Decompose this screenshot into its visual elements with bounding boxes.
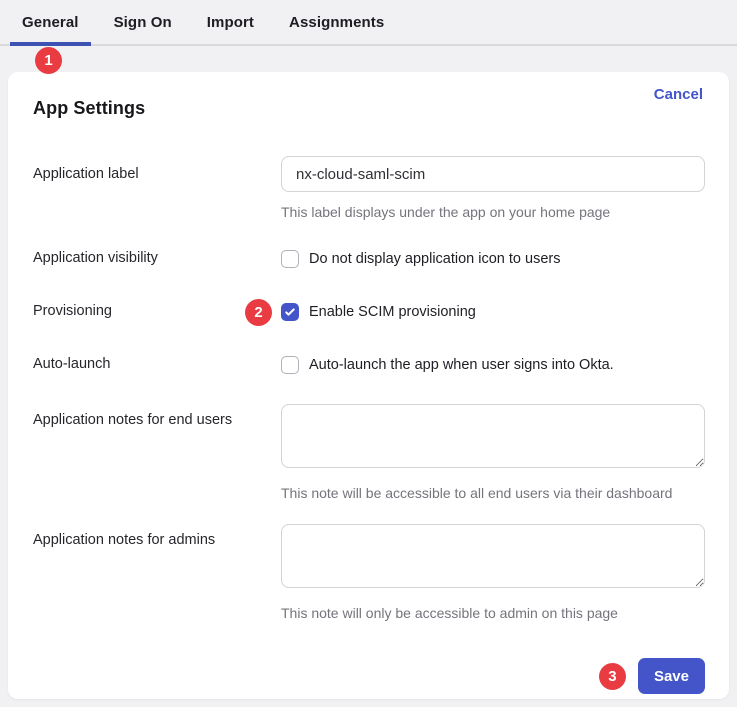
annotation-badge-1: 1	[35, 47, 62, 74]
app-settings-card: App Settings Cancel Application label Th…	[8, 72, 729, 699]
cancel-button[interactable]: Cancel	[654, 86, 703, 103]
tab-assignments[interactable]: Assignments	[277, 0, 396, 44]
application-label-row: Application label This label displays un…	[8, 156, 729, 220]
notes-end-users-helper: This note will be accessible to all end …	[281, 485, 705, 501]
auto-launch-option-label: Auto-launch the app when user signs into…	[309, 356, 614, 375]
tab-general[interactable]: General	[10, 0, 91, 44]
visibility-option-label: Do not display application icon to users	[309, 250, 560, 269]
application-visibility-row: Application visibility Do not display ap…	[8, 250, 729, 269]
application-label-input[interactable]	[281, 156, 705, 192]
save-button[interactable]: Save	[638, 658, 705, 694]
card-footer: 3 Save	[8, 658, 729, 694]
notes-admins-row: Application notes for admins This note w…	[8, 524, 729, 621]
annotation-badge-2: 2	[245, 299, 272, 326]
scim-provisioning-option-label: Enable SCIM provisioning	[309, 303, 476, 322]
notes-admins-textarea[interactable]	[281, 524, 705, 588]
notes-end-users-label: Application notes for end users	[33, 404, 281, 473]
application-visibility-label: Application visibility	[33, 250, 281, 269]
tab-sign-on[interactable]: Sign On	[102, 0, 184, 44]
application-label-helper: This label displays under the app on you…	[281, 204, 705, 220]
provisioning-label: Provisioning	[33, 303, 281, 322]
application-label-label: Application label	[33, 156, 281, 192]
tab-import[interactable]: Import	[195, 0, 266, 44]
scim-provisioning-checkbox[interactable]	[281, 303, 299, 321]
auto-launch-row: Auto-launch Auto-launch the app when use…	[8, 356, 729, 375]
page-title: App Settings	[33, 98, 145, 119]
notes-admins-helper: This note will only be accessible to adm…	[281, 605, 705, 621]
auto-launch-checkbox[interactable]	[281, 356, 299, 374]
notes-end-users-textarea[interactable]	[281, 404, 705, 468]
annotation-badge-3: 3	[599, 663, 626, 690]
card-header: App Settings Cancel	[8, 72, 729, 119]
provisioning-row: 2 Provisioning Enable SCIM provisioning	[8, 303, 729, 322]
tab-bar: General Sign On Import Assignments	[0, 0, 737, 46]
notes-end-users-row: Application notes for end users This not…	[8, 404, 729, 501]
visibility-checkbox[interactable]	[281, 250, 299, 268]
notes-admins-label: Application notes for admins	[33, 524, 281, 593]
check-icon	[284, 306, 296, 318]
auto-launch-label: Auto-launch	[33, 356, 281, 375]
